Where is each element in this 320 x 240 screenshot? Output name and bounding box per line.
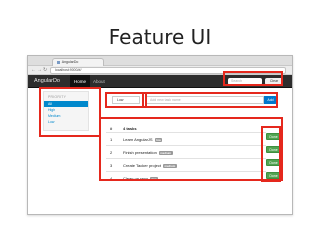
highlight-task-list	[99, 117, 283, 181]
browser-tab-strip: AngularDo	[28, 56, 292, 66]
highlight-sidebar	[39, 87, 101, 137]
arrow-left-icon[interactable]: ←	[31, 67, 36, 74]
browser-tab[interactable]: AngularDo	[52, 58, 104, 66]
reload-icon[interactable]: ↻	[43, 67, 47, 74]
highlight-done-buttons	[261, 126, 281, 182]
highlight-priority-select	[105, 92, 147, 108]
slide-title: Feature UI	[108, 25, 212, 49]
highlight-search-area	[223, 71, 283, 86]
arrow-right-icon[interactable]: →	[37, 67, 42, 74]
brand-logo[interactable]: AngularDo	[34, 78, 60, 84]
favicon-icon	[57, 60, 60, 64]
browser-tab-title: AngularDo	[61, 60, 79, 64]
highlight-new-task-input	[142, 92, 278, 108]
